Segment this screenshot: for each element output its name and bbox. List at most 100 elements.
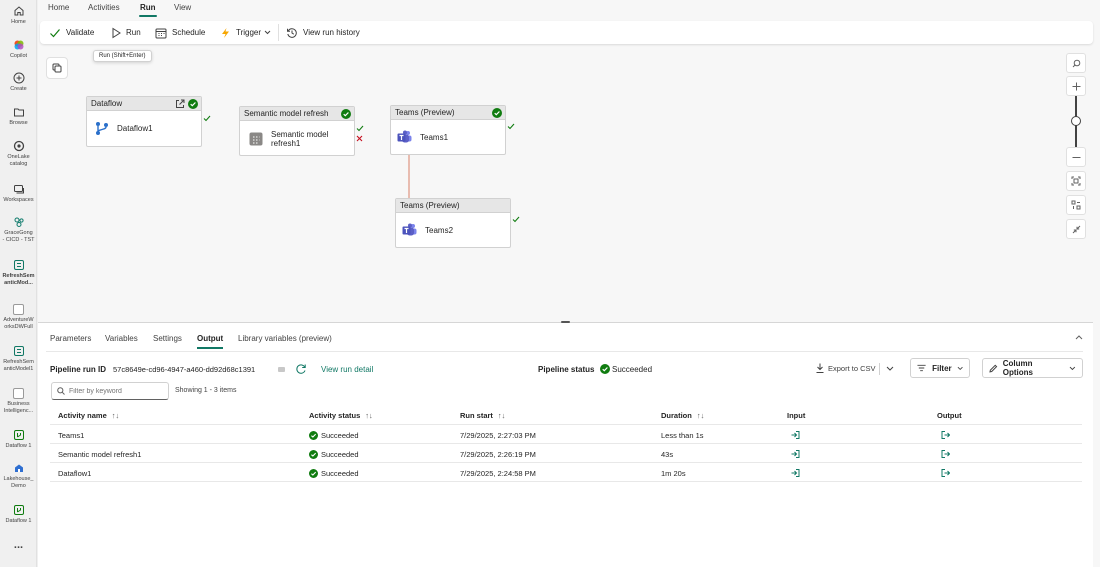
view-run-history-button[interactable]: View run history [286, 26, 360, 39]
teams2-node[interactable]: Teams (Preview) Teams2 [395, 198, 520, 248]
rail-item-adventureworks[interactable]: AdventureW orksDWFull [0, 302, 37, 331]
rail-item-browse[interactable]: Browse [0, 105, 37, 127]
filter-input[interactable] [69, 387, 164, 395]
align-icon [1071, 200, 1081, 210]
table-row[interactable]: Dataflow1 Succeeded 7/29/2025, 2:24:58 P… [50, 463, 1082, 482]
edit-icon [989, 364, 998, 373]
rail-item-dataflow-1[interactable]: Dataflow 1 [0, 428, 37, 450]
zoom-slider-thumb[interactable] [1071, 116, 1081, 126]
rail-item-refresh-semantic[interactable]: RefreshSem anticMod... [0, 258, 37, 287]
filter-button[interactable]: Filter [910, 358, 970, 378]
copilot-icon [12, 38, 26, 52]
chevron-down-icon [264, 30, 271, 35]
rail-item-refresh-semantic-1[interactable]: RefreshSem anticModel1 [0, 344, 37, 373]
on-success-check-icon[interactable] [512, 216, 520, 223]
table-row[interactable]: Semantic model refresh1 Succeeded 7/29/2… [50, 444, 1082, 463]
table-header-row: Activity name ↑↓ Activity status ↑↓ Run st… [50, 405, 1082, 425]
teams1-node[interactable]: Teams (Preview) Teams1 [390, 105, 515, 155]
trigger-button[interactable]: Trigger [220, 26, 271, 39]
zoom-out-button[interactable] [1066, 147, 1086, 167]
chevron-down-icon [1069, 366, 1076, 370]
collapse-button[interactable] [1066, 219, 1086, 239]
sort-icon: ↑↓ [497, 411, 506, 420]
on-success-check-icon[interactable] [203, 115, 211, 122]
rail-item-home[interactable]: Home [0, 4, 37, 26]
input-icon[interactable] [791, 450, 800, 458]
rail-item-copilot[interactable]: Copilot [0, 38, 37, 60]
tab-parameters[interactable]: Parameters [50, 334, 91, 343]
chevron-up-icon[interactable] [1075, 334, 1083, 340]
tab-output[interactable]: Output [197, 334, 224, 349]
zoom-in-button[interactable] [1066, 76, 1086, 96]
header-run-start[interactable]: Run start ↑↓ [460, 411, 505, 420]
run-id-label: Pipeline run ID [50, 365, 107, 374]
export-csv-button[interactable]: Export to CSV [816, 363, 876, 373]
on-success-check-icon[interactable] [507, 123, 515, 130]
success-icon [309, 469, 318, 478]
validate-button[interactable]: Validate [49, 26, 94, 39]
rail-item-dataflow-1b[interactable]: Dataflow 1 [0, 503, 37, 525]
toolbar: Validate Run Schedule Trigger View run h… [40, 21, 1093, 44]
panel-resize-handle[interactable] [561, 321, 570, 323]
success-icon [341, 109, 351, 119]
rail-item-lakehouse-demo[interactable]: Lakehouse_ Demo [0, 461, 37, 490]
input-icon[interactable] [791, 431, 800, 439]
dataflow-icon [12, 428, 26, 442]
dataflow-node[interactable]: Dataflow Dataflow1 [86, 96, 211, 147]
search-icon [1072, 59, 1080, 67]
table-row[interactable]: Teams1 Succeeded 7/29/2025, 2:27:03 PM L… [50, 425, 1082, 444]
semantic-refresh-node[interactable]: Semantic model refresh Semantic model re… [239, 106, 364, 156]
duration-cell: Less than 1s [661, 431, 704, 440]
tab-variables[interactable]: Variables [105, 334, 138, 343]
teams-icon [397, 130, 413, 146]
rail-item-onelake[interactable]: OneLake catalog [0, 139, 37, 168]
connector-lines [248, 113, 434, 227]
column-options-button[interactable]: Column Options [982, 358, 1083, 378]
rail-item-business-intelligence[interactable]: Business Intelligenc... [0, 386, 37, 415]
chevron-down-icon [957, 366, 963, 370]
refresh-icon[interactable] [295, 363, 307, 375]
run-button[interactable]: Run [111, 26, 141, 39]
header-duration[interactable]: Duration ↑↓ [661, 411, 704, 420]
open-external-icon[interactable] [175, 99, 185, 109]
output-icon[interactable] [941, 431, 950, 439]
rail-item-gracegong[interactable]: GraceGong - CICD - TST [0, 215, 37, 244]
tab-settings[interactable]: Settings [153, 334, 182, 343]
rail-item-create[interactable]: Create [0, 71, 37, 93]
copy-icon[interactable] [277, 365, 286, 374]
zoom-slider[interactable] [1066, 96, 1086, 147]
pipeline-canvas[interactable]: Dataflow Dataflow1 Semantic model refres… [38, 48, 1093, 322]
app-icon [12, 386, 26, 400]
sort-icon: ↑↓ [365, 411, 373, 420]
header-activity-status[interactable]: Activity status ↑↓ [309, 411, 373, 420]
tab-home[interactable]: Home [48, 3, 69, 12]
tab-run[interactable]: Run [139, 3, 157, 17]
node-name: Dataflow1 [117, 124, 153, 133]
tab-library-variables[interactable]: Library variables (preview) [238, 334, 332, 343]
more-icon[interactable]: ... [0, 539, 37, 551]
on-fail-x-icon[interactable] [356, 135, 363, 142]
output-icon[interactable] [941, 469, 950, 477]
view-run-detail-link[interactable]: View run detail [321, 365, 373, 374]
schedule-button[interactable]: Schedule [155, 26, 205, 39]
output-icon[interactable] [941, 450, 950, 458]
chevron-down-icon[interactable] [886, 366, 894, 371]
on-success-check-icon[interactable] [356, 125, 364, 132]
fit-screen-icon [1071, 176, 1081, 186]
minus-icon [1072, 156, 1080, 158]
fit-to-screen-button[interactable] [1066, 171, 1086, 191]
header-activity-name[interactable]: Activity name ↑↓ [58, 411, 119, 420]
pipeline-status-value: Succeeded [612, 365, 653, 374]
input-icon[interactable] [791, 469, 800, 477]
browse-icon [12, 105, 26, 119]
tab-view[interactable]: View [174, 3, 191, 12]
dataflow-icon [94, 121, 110, 137]
toolbar-divider [278, 24, 279, 41]
filter-icon [917, 364, 926, 372]
rail-item-workspaces[interactable]: Workspaces [0, 182, 37, 204]
filter-input-box[interactable] [51, 382, 169, 400]
success-icon [492, 108, 502, 118]
auto-align-button[interactable] [1066, 195, 1086, 215]
tab-activities[interactable]: Activities [88, 3, 120, 12]
search-button[interactable] [1066, 53, 1086, 73]
